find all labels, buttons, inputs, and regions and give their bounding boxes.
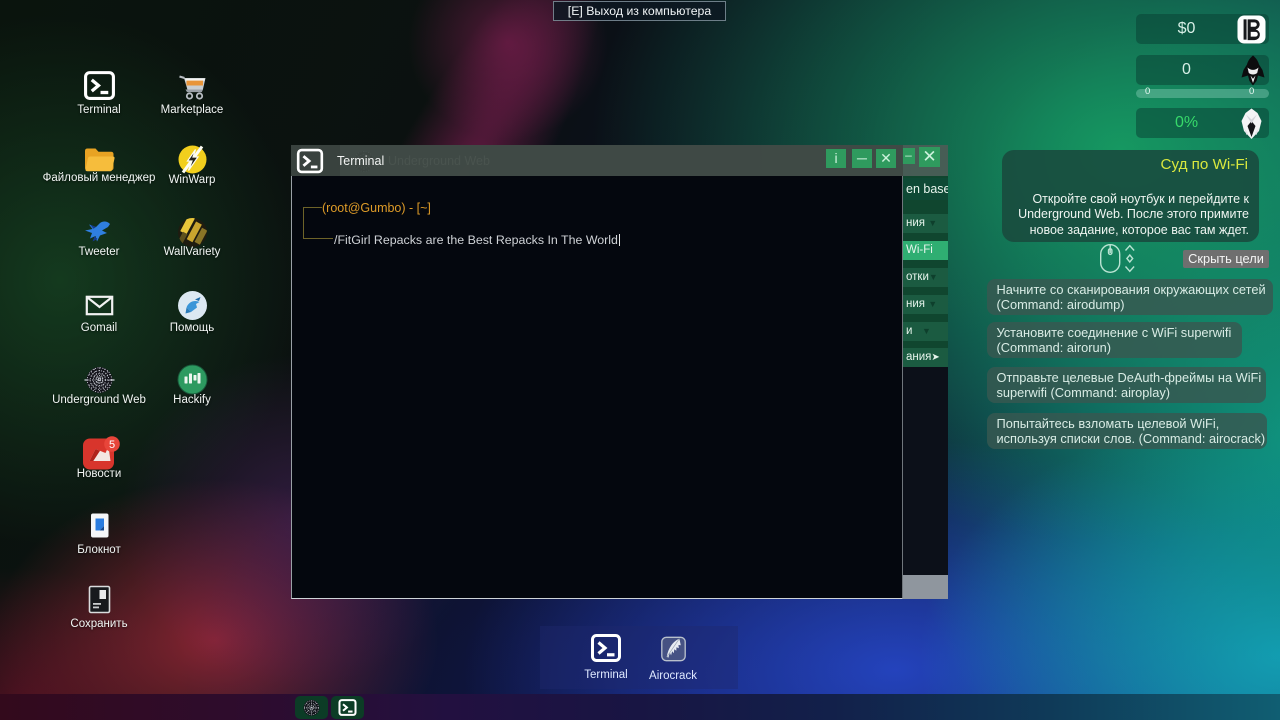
svg-text:5: 5 xyxy=(109,439,115,451)
